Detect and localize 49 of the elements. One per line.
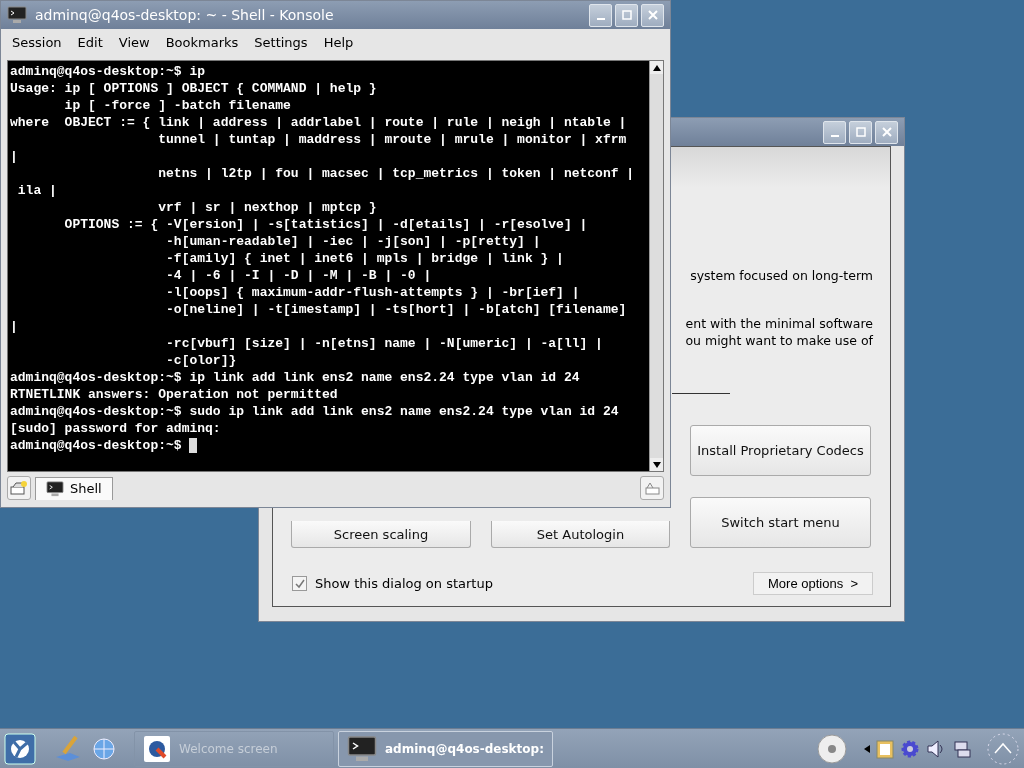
terminal-output: adminq@q4os-desktop:~$ ip Usage: ip [ OPTIONS ] OBJECT { COMMAND | help } ip [ -force ] -batch filename where OBJECT := { link | address | addrlabel | route | rule | neigh | ntable | tunnel | tuntap | maddress | mroute | mrule | monitor | xfrm | netns | l2tp | fou | macsec | tcp_metrics | token | netconf | ila | vrf | sr | nexthop | mptcp } OPTIONS := { -V[ersion] | -s[tatistics] | -d[etails] | -r[esolve] | -h[uman-readable] | -iec | -j[son] | -p[retty] | -f[amily] { inet | inet6 | mpls | bridge | link } | -4 | -6 | -I | -D | -M | -B | -0 | -l[oops] { maximum-addr-flush-attempts } | -br[ief] | -o[neline] | -t[imestamp] | -ts[hort] | -b[atch] [filename] | -rc[vbuf] [size] | -n[etns] name | -N[umeric] | -a[ll] | -c[olor]} adminq@q4os-desktop:~$ ip link add link ens2 name ens2.24 type vlan id 24 RTNETLINK answers: Operation not permitted adminq@q4os-desktop:~$ sudo ip link add link ens2 name ens2.24 type vlan id 24 [sudo] password for adminq: adminq@q4os-desktop:~$ xyxy=(8,61,649,471)
more-options-button[interactable]: More options > xyxy=(753,572,873,595)
up-arrow-icon[interactable] xyxy=(652,64,661,71)
terminal-icon xyxy=(7,6,27,24)
left-arrow-icon[interactable] xyxy=(864,744,870,753)
option-button[interactable]: Install Proprietary Codecs xyxy=(690,425,871,476)
menu-item[interactable]: View xyxy=(111,31,157,54)
close-button[interactable] xyxy=(641,3,664,27)
welcome-text: ent with the minimal software xyxy=(685,315,873,332)
text-cursor xyxy=(189,438,198,453)
maximize-button[interactable] xyxy=(849,120,872,144)
welcome-text: ou might want to make use of xyxy=(685,332,873,349)
option-button[interactable]: Screen scaling xyxy=(291,521,471,548)
minimize-button[interactable] xyxy=(589,3,612,27)
option-button[interactable]: Set Autologin xyxy=(491,521,670,548)
scrollbar[interactable] xyxy=(649,61,663,471)
option-button[interactable]: Switch start menu xyxy=(690,497,871,548)
speaker-icon[interactable] xyxy=(926,738,946,759)
menu-item[interactable]: Help xyxy=(316,31,361,54)
checkmark-icon xyxy=(294,578,305,589)
minimize-button[interactable] xyxy=(823,120,846,144)
clipboard-icon[interactable] xyxy=(876,738,894,759)
maximize-button[interactable] xyxy=(615,3,638,27)
close-icon xyxy=(647,10,658,20)
down-arrow-icon[interactable] xyxy=(652,461,661,468)
maximize-icon xyxy=(621,10,632,20)
up-chevron-icon[interactable] xyxy=(986,731,1020,766)
disc-icon[interactable] xyxy=(816,732,848,765)
close-icon xyxy=(881,127,892,137)
welcome-text: system focused on long-term xyxy=(690,267,873,284)
gear-icon[interactable] xyxy=(900,738,920,759)
welcome-app-icon xyxy=(143,734,171,763)
menu-item[interactable]: Edit xyxy=(70,31,110,54)
menu-item[interactable]: Settings xyxy=(247,31,315,54)
start-menu-button[interactable] xyxy=(4,732,36,765)
network-icon[interactable] xyxy=(952,738,972,759)
tab[interactable]: Shell xyxy=(35,476,113,500)
new-tab-icon[interactable] xyxy=(7,476,31,500)
terminal-icon xyxy=(46,480,64,497)
startup-checkbox[interactable]: Show this dialog on startup xyxy=(292,576,493,591)
maximize-icon xyxy=(855,127,866,137)
menu-item[interactable]: Bookmarks xyxy=(158,31,246,54)
close-button[interactable] xyxy=(875,120,898,144)
minimize-icon xyxy=(596,18,605,20)
window-title: adminq@q4os-desktop: ~ - Shell - Konsole xyxy=(35,7,335,23)
menu-item[interactable]: Session xyxy=(5,31,69,54)
close-tab-icon[interactable] xyxy=(640,476,664,500)
terminal-icon xyxy=(347,734,377,763)
minimize-icon xyxy=(830,135,839,137)
